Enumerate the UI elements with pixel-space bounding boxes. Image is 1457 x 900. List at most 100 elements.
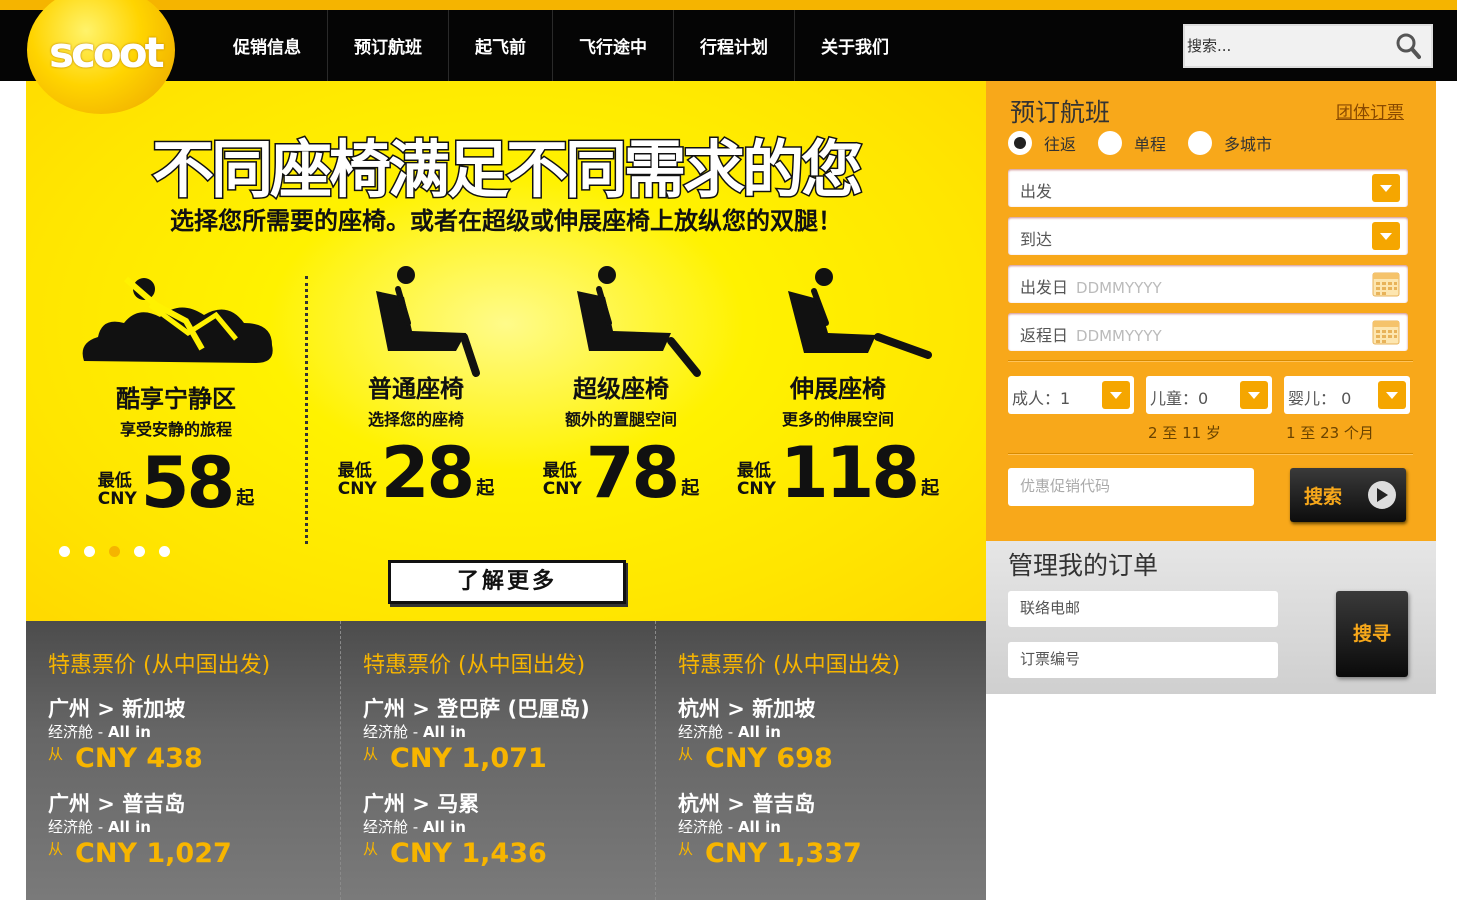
chevron-down-icon[interactable] [1372, 174, 1400, 202]
nav-item-book-flights[interactable]: 预订航班 [328, 10, 449, 81]
divider [1008, 453, 1413, 455]
deal-item[interactable]: 广州 > 登巴萨 (巴厘岛) 经济舱 - All in 从 CNY 1,071 [363, 697, 655, 774]
relaxing-person-cloud-icon [82, 276, 273, 363]
group-booking-link[interactable]: 团体订票 [1336, 98, 1404, 123]
nav-menu: 促销信息 预订航班 起飞前 飞行途中 行程计划 关于我们 [207, 10, 915, 81]
min-label: 最低 [97, 471, 132, 491]
carousel-dot-active[interactable] [109, 546, 120, 557]
children-select[interactable]: 儿童：0 [1146, 376, 1272, 414]
seat-name: 超级座椅 [573, 375, 669, 403]
nav-item-in-flight[interactable]: 飞行途中 [553, 10, 674, 81]
hero-subtitle: 选择您所需要的座椅。或者在超级或伸展座椅上放纵您的双腿！ [170, 207, 842, 235]
children-age-hint: 2 至 11 岁 [1148, 424, 1221, 442]
seat-price-value: 28 [380, 432, 475, 514]
radio-unselected[interactable] [1188, 131, 1213, 155]
radio-selected[interactable] [1008, 131, 1032, 155]
deal-item[interactable]: 广州 > 马累 经济舱 - All in 从 CNY 1,436 [363, 792, 655, 869]
deal-price[interactable]: CNY 438 [75, 743, 203, 774]
from-label: 从 [678, 745, 694, 763]
nav-item-before-flight[interactable]: 起飞前 [449, 10, 553, 81]
price-suffix: 起 [681, 478, 700, 499]
depart-date-field[interactable]: 出发日 DDMMYYYY [1008, 265, 1408, 303]
min-label: 最低 [337, 461, 372, 481]
carousel-dot[interactable] [159, 546, 170, 557]
trip-type-radios: 往返 单程 多城市 [1008, 131, 1294, 155]
chevron-down-icon[interactable] [1102, 381, 1130, 409]
deal-column: 特惠票价 (从中国出发) 杭州 > 新加坡 经济舱 - All in 从 CNY … [656, 621, 971, 900]
booking-ref-input[interactable] [1008, 642, 1268, 676]
trip-type-multi-city[interactable]: 多城市 [1188, 131, 1272, 155]
from-label: 从 [363, 840, 379, 858]
trip-type-return[interactable]: 往返 [1008, 131, 1076, 155]
deal-price[interactable]: CNY 698 [705, 743, 833, 774]
calendar-icon[interactable] [1372, 319, 1400, 345]
super-seat-icon [577, 266, 701, 377]
deal-route[interactable]: 杭州 > 新加坡 [678, 697, 971, 721]
seat-price: 最低 CNY 78 起 [521, 438, 721, 508]
deal-column: 特惠票价 (从中国出发) 广州 > 登巴萨 (巴厘岛) 经济舱 - All in… [341, 621, 656, 900]
deal-route[interactable]: 广州 > 新加坡 [48, 697, 340, 721]
learn-more-button[interactable]: 了解更多 [388, 560, 626, 604]
radio-unselected[interactable] [1098, 131, 1123, 155]
deal-route[interactable]: 广州 > 普吉岛 [48, 792, 340, 816]
contact-email-field [1008, 591, 1278, 627]
origin-select[interactable]: 出发 [1008, 169, 1408, 207]
divider [1008, 360, 1413, 362]
return-date-field[interactable]: 返程日 DDMMYYYY [1008, 313, 1408, 351]
carousel-dot[interactable] [84, 546, 95, 557]
hero-banner[interactable]: 不同座椅满足不同需求的您 选择您所需要的座椅。或者在超级或伸展座椅上放纵您的双腿… [26, 81, 986, 621]
flight-search-button[interactable]: 搜索 [1290, 468, 1406, 522]
from-label: 从 [678, 840, 694, 858]
top-accent-line [0, 0, 1457, 10]
deal-item[interactable]: 杭州 > 新加坡 经济舱 - All in 从 CNY 698 [678, 697, 971, 774]
seat-description: 额外的置腿空间 [564, 410, 677, 429]
deal-price[interactable]: CNY 1,071 [390, 743, 547, 774]
carousel-dot[interactable] [134, 546, 145, 557]
deal-route[interactable]: 广州 > 登巴萨 (巴厘岛) [363, 697, 655, 721]
deal-route[interactable]: 杭州 > 普吉岛 [678, 792, 971, 816]
min-label: 最低 [736, 461, 771, 481]
deal-price[interactable]: CNY 1,337 [705, 838, 862, 869]
manage-booking-panel: 管理我的订单 搜寻 [986, 541, 1436, 694]
search-icon[interactable] [1395, 32, 1421, 60]
chevron-down-icon[interactable] [1240, 381, 1268, 409]
carousel-dot[interactable] [59, 546, 70, 557]
deal-price[interactable]: CNY 1,027 [75, 838, 232, 869]
deal-class: 经济舱 - All in [363, 818, 466, 836]
nav-item-itinerary[interactable]: 行程计划 [674, 10, 795, 81]
deal-heading: 特惠票价 (从中国出发) [363, 653, 586, 678]
manage-booking-title: 管理我的订单 [1008, 551, 1159, 580]
seat-name: 伸展座椅 [790, 375, 886, 403]
deal-class: 经济舱 - All in [678, 723, 781, 741]
from-label: 从 [48, 745, 64, 763]
seat-description: 更多的伸展空间 [781, 410, 894, 429]
deal-route[interactable]: 广州 > 马累 [363, 792, 655, 816]
calendar-icon[interactable] [1372, 271, 1400, 297]
chevron-down-icon[interactable] [1378, 381, 1406, 409]
chevron-down-icon[interactable] [1372, 222, 1400, 250]
infants-select[interactable]: 婴儿： 0 [1284, 376, 1410, 414]
seat-options: 酷享宁静区 享受安静的旅程 最低 CNY 58 起 普通座椅 选择您的座椅 最低… [76, 266, 956, 531]
deal-item[interactable]: 杭州 > 普吉岛 经济舱 - All in 从 CNY 1,337 [678, 792, 971, 869]
price-suffix: 起 [921, 478, 940, 499]
dotted-divider [305, 276, 308, 544]
booking-ref-field [1008, 642, 1278, 678]
deal-item[interactable]: 广州 > 新加坡 经济舱 - All in 从 CNY 438 [48, 697, 340, 774]
nav-item-about-us[interactable]: 关于我们 [795, 10, 915, 81]
infants-age-hint: 1 至 23 个月 [1286, 424, 1374, 442]
nav-item-promotions[interactable]: 促销信息 [207, 10, 328, 81]
adults-select[interactable]: 成人：1 [1008, 376, 1134, 414]
contact-email-input[interactable] [1008, 591, 1268, 625]
scoot-homepage: scoot 促销信息 预订航班 起飞前 飞行途中 行程计划 关于我们 不同座椅满… [0, 0, 1457, 900]
search-input[interactable] [1185, 27, 1385, 65]
promo-code-input[interactable] [1008, 468, 1238, 504]
destination-select[interactable]: 到达 [1008, 217, 1408, 255]
manage-search-button[interactable]: 搜寻 [1336, 591, 1408, 677]
deal-price[interactable]: CNY 1,436 [390, 838, 547, 869]
deal-item[interactable]: 广州 > 普吉岛 经济舱 - All in 从 CNY 1,027 [48, 792, 340, 869]
trip-type-one-way[interactable]: 单程 [1098, 131, 1166, 155]
stretch-seat-icon [788, 268, 932, 359]
arrow-right-icon [1368, 481, 1396, 509]
price-suffix: 起 [236, 488, 255, 509]
seat-price: 最低 CNY 28 起 [316, 432, 516, 514]
